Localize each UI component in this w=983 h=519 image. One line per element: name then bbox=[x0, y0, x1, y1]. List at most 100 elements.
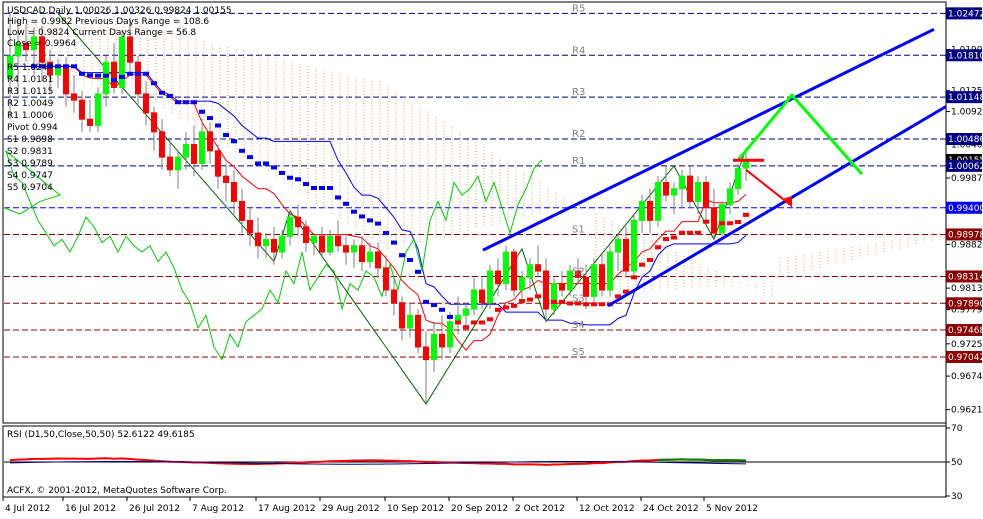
price-tag-label: 0.97042 bbox=[948, 353, 983, 363]
pivot-marker bbox=[327, 185, 333, 190]
pivot-marker bbox=[183, 100, 189, 105]
pivot-table: R5 1.0247 R4 1.0181 R3 1.0115 R2 1.0049 … bbox=[7, 63, 58, 193]
candle-body bbox=[215, 150, 221, 177]
candle-body bbox=[631, 219, 637, 272]
candle-body bbox=[703, 181, 709, 209]
pivot-marker bbox=[431, 303, 437, 308]
candle-body bbox=[407, 314, 413, 329]
candle-body bbox=[175, 156, 181, 171]
pivot-marker bbox=[639, 262, 645, 267]
candle-body bbox=[199, 131, 205, 164]
price-tag-label: 1.02472 bbox=[948, 9, 983, 19]
pivot-marker bbox=[503, 305, 509, 310]
pivot-marker bbox=[719, 221, 725, 226]
time-tick-label: 7 Aug 2012 bbox=[192, 504, 244, 514]
pivot-marker bbox=[703, 219, 709, 224]
pivot-marker bbox=[671, 235, 677, 240]
chart-window: R5 R4 R3 R2 R1 S1 S2 S3 S4 S5 70 50 30 USDCAD,Daily… bbox=[0, 0, 983, 515]
price-tag-label: 0.97468 bbox=[948, 326, 983, 336]
candle-body bbox=[591, 264, 597, 297]
pivot-marker bbox=[263, 161, 269, 166]
candle-body bbox=[87, 118, 93, 126]
candle-body bbox=[391, 289, 397, 304]
time-tick-label: 20 Sep 2012 bbox=[451, 504, 508, 514]
pivot-marker bbox=[743, 212, 749, 217]
level-name-r2: R2 bbox=[572, 129, 585, 140]
candle-body bbox=[623, 238, 629, 272]
pivot-marker bbox=[319, 185, 325, 190]
price-chart[interactable]: R5 R4 R3 R2 R1 S1 S2 S3 S4 S5 70 50 30 USDCAD,Daily… bbox=[0, 0, 983, 515]
pivot-marker bbox=[495, 307, 501, 312]
pivot-marker bbox=[647, 257, 653, 262]
pivot-marker bbox=[663, 237, 669, 242]
candle-body bbox=[351, 245, 357, 253]
pivot-marker bbox=[375, 221, 381, 226]
candle-body bbox=[519, 276, 525, 291]
time-tick-label: 17 Aug 2012 bbox=[258, 504, 316, 514]
pivot-r5: R5 1.0247 bbox=[7, 63, 53, 73]
price-tag-label: 0.99400 bbox=[948, 204, 983, 214]
candle-body bbox=[671, 188, 677, 196]
pivot-marker bbox=[79, 71, 85, 76]
candle-body bbox=[319, 235, 325, 253]
candle-body bbox=[287, 216, 293, 237]
candle-body bbox=[447, 321, 453, 348]
pivot-marker bbox=[343, 201, 349, 206]
pivot-marker bbox=[527, 297, 533, 302]
candle-body bbox=[167, 156, 173, 171]
pivot-marker bbox=[471, 320, 477, 325]
candle-body bbox=[71, 93, 77, 101]
pivot-r1: R1 1.0006 bbox=[7, 111, 54, 121]
candle-body bbox=[263, 238, 269, 247]
candle-body bbox=[191, 143, 197, 164]
price-tag-label: 0.98314 bbox=[948, 272, 983, 282]
candle-body bbox=[111, 61, 117, 89]
price-tag-label: 1.00486 bbox=[948, 135, 983, 145]
candle-body bbox=[151, 112, 157, 133]
candle-body bbox=[159, 131, 165, 158]
pivot-r3: R3 1.0115 bbox=[7, 87, 53, 97]
candle-body bbox=[415, 314, 421, 348]
pivot-marker bbox=[735, 219, 741, 224]
candle-body bbox=[695, 181, 701, 202]
pivot-marker bbox=[175, 100, 181, 105]
candle-body bbox=[463, 308, 469, 316]
price-tick-label: 0.9813 bbox=[951, 284, 983, 294]
candle-body bbox=[119, 36, 125, 89]
price-tag-label: 1.00062 bbox=[948, 162, 983, 172]
candle-body bbox=[295, 216, 301, 228]
candle-body bbox=[503, 251, 509, 285]
candle-body bbox=[527, 264, 533, 278]
pivot-marker bbox=[423, 299, 429, 304]
pivot-marker bbox=[127, 71, 133, 76]
pivot-marker bbox=[215, 123, 221, 128]
candle-body bbox=[495, 270, 501, 285]
level-name-r4: R4 bbox=[572, 45, 585, 56]
pivot-marker bbox=[383, 231, 389, 236]
candle-body bbox=[551, 283, 557, 310]
pivot-marker bbox=[143, 71, 149, 76]
price-tag-label: 0.97890 bbox=[948, 299, 983, 309]
pivot-marker bbox=[439, 307, 445, 312]
candle-body bbox=[719, 204, 725, 234]
pivot-marker bbox=[359, 214, 365, 219]
level-name-r1: R1 bbox=[572, 156, 585, 167]
candle-body bbox=[143, 93, 149, 114]
copyright: ACFX, © 2001-2012, MetaQuotes Software C… bbox=[7, 486, 227, 496]
pivot-marker bbox=[223, 132, 229, 137]
pivot-marker bbox=[63, 64, 69, 69]
rsi-label: RSI (D1,50,Close,50,50) 52.6122 49.6185 bbox=[7, 430, 195, 440]
candle-body bbox=[479, 289, 485, 304]
rsi-tick-label: 30 bbox=[951, 492, 963, 502]
candle-body bbox=[255, 232, 261, 247]
level-name-s1: S1 bbox=[572, 224, 585, 235]
candle-body bbox=[135, 61, 141, 95]
pivot-marker bbox=[207, 116, 213, 121]
pivot-marker bbox=[599, 302, 605, 307]
pivot-marker bbox=[71, 64, 77, 69]
candle-body bbox=[711, 207, 717, 234]
pivot-marker bbox=[463, 325, 469, 330]
pivot-marker bbox=[287, 175, 293, 180]
candle-body bbox=[303, 226, 309, 244]
candle-body bbox=[95, 93, 101, 126]
